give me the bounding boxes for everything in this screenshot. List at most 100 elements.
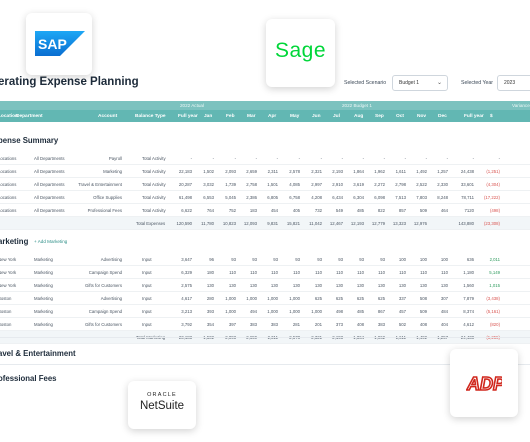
column-header[interactable]: Sep: [375, 114, 384, 119]
cell-value[interactable]: 3,619: [344, 182, 364, 187]
cell-value[interactable]: 393: [194, 309, 214, 314]
column-header[interactable]: Dec: [438, 114, 447, 119]
cell-value[interactable]: 464: [428, 208, 448, 213]
cell-value[interactable]: 110: [323, 270, 343, 275]
section-travel[interactable]: avel & Entertainment: [0, 349, 76, 358]
column-header[interactable]: Feb: [226, 114, 235, 119]
cell-value[interactable]: 1,864: [344, 169, 364, 174]
column-header[interactable]: Mar: [247, 114, 256, 119]
cell-value[interactable]: 110: [237, 270, 257, 275]
cell-value[interactable]: -: [428, 156, 448, 161]
cell-value[interactable]: 1,502: [194, 169, 214, 174]
cell-value[interactable]: 130: [237, 283, 257, 288]
cell-value[interactable]: 1,492: [407, 169, 427, 174]
column-header[interactable]: Jun: [312, 114, 321, 119]
cell-value[interactable]: 7,803: [407, 195, 427, 200]
cell-value[interactable]: 100: [386, 257, 406, 262]
cell-value[interactable]: -: [323, 156, 343, 161]
cell-value[interactable]: -: [216, 156, 236, 161]
cell-value[interactable]: 1,739: [216, 182, 236, 187]
cell-value[interactable]: 373: [323, 322, 343, 327]
cell-value[interactable]: 625: [323, 296, 343, 301]
cell-value[interactable]: 2,997: [302, 182, 322, 187]
cell-value[interactable]: 110: [386, 270, 406, 275]
cell-value[interactable]: 2,193: [323, 169, 343, 174]
cell-value[interactable]: 7,513: [386, 195, 406, 200]
cell-value[interactable]: 6,434: [323, 195, 343, 200]
cell-value[interactable]: 2,798: [386, 182, 406, 187]
cell-value[interactable]: 405: [280, 208, 300, 213]
table-row[interactable]: Locations All Departments Professional Fee…: [0, 204, 530, 217]
cell-value[interactable]: 397: [216, 322, 236, 327]
cell-value[interactable]: 130: [323, 283, 343, 288]
cell-value[interactable]: 2,578: [280, 169, 300, 174]
table-row[interactable]: Boston Marketing Campaign Spend Input 3,2133…: [0, 305, 530, 318]
table-row[interactable]: New York Marketing Campaign Spend Input 6,32…: [0, 266, 530, 279]
column-header[interactable]: Aug: [354, 114, 363, 119]
cell-value[interactable]: 1,000: [216, 309, 236, 314]
cell-value[interactable]: 625: [365, 296, 385, 301]
cell-value[interactable]: 2,321: [302, 169, 322, 174]
cell-value[interactable]: 404: [428, 322, 448, 327]
cell-value[interactable]: 1,962: [365, 169, 385, 174]
cell-value[interactable]: 485: [344, 309, 364, 314]
cell-value[interactable]: 383: [365, 322, 385, 327]
column-header[interactable]: Apr: [268, 114, 276, 119]
cell-value[interactable]: 4,208: [302, 195, 322, 200]
cell-value[interactable]: 2,910: [323, 182, 343, 187]
column-header[interactable]: Balance Type: [135, 114, 166, 119]
cell-value[interactable]: 93: [365, 257, 385, 262]
column-header[interactable]: May: [290, 114, 299, 119]
table-row[interactable]: Locations All Departments Office Supplies T…: [0, 191, 530, 204]
cell-value[interactable]: 1,611: [386, 169, 406, 174]
cell-value[interactable]: 857: [386, 208, 406, 213]
cell-value[interactable]: 2,093: [216, 169, 236, 174]
cell-value[interactable]: 110: [344, 270, 364, 275]
cell-value[interactable]: 549: [323, 208, 343, 213]
cell-value[interactable]: 494: [237, 309, 257, 314]
column-header[interactable]: Oct: [396, 114, 404, 119]
cell-value[interactable]: 110: [280, 270, 300, 275]
table-row[interactable]: Locations All Departments Marketing Total A…: [0, 165, 530, 178]
cell-value[interactable]: -: [302, 156, 322, 161]
cell-value[interactable]: 498: [323, 309, 343, 314]
cell-value[interactable]: 509: [407, 309, 427, 314]
cell-value[interactable]: 183: [237, 208, 257, 213]
cell-value[interactable]: 6,553: [194, 195, 214, 200]
cell-value[interactable]: 6,758: [280, 195, 300, 200]
cell-value[interactable]: 6,304: [344, 195, 364, 200]
cell-value[interactable]: 307: [428, 296, 448, 301]
cell-value[interactable]: 93: [280, 257, 300, 262]
cell-value[interactable]: 1,000: [280, 309, 300, 314]
cell-value[interactable]: 383: [237, 322, 257, 327]
cell-value[interactable]: 625: [302, 296, 322, 301]
cell-value[interactable]: 457: [386, 309, 406, 314]
cell-value[interactable]: 1,000: [258, 296, 278, 301]
cell-value[interactable]: 1,000: [237, 296, 257, 301]
table-row[interactable]: Locations All Departments Travel & Enterta…: [0, 178, 530, 191]
cell-value[interactable]: 110: [258, 270, 278, 275]
cell-value[interactable]: 337: [386, 296, 406, 301]
cell-value[interactable]: 867: [365, 309, 385, 314]
cell-value[interactable]: 100: [428, 257, 448, 262]
column-header[interactable]: Department: [16, 114, 43, 119]
table-row[interactable]: BostonMarketingAdvertisingInput4,6172801…: [0, 292, 530, 305]
cell-value[interactable]: 2,272: [365, 182, 385, 187]
cell-value[interactable]: 130: [280, 283, 300, 288]
cell-value[interactable]: -: [407, 156, 427, 161]
table-row[interactable]: Locations All Departments Payroll Total Act…: [0, 152, 530, 165]
cell-value[interactable]: 2,330: [428, 182, 448, 187]
table-row[interactable]: New York Marketing Advertising Input 3,64796…: [0, 253, 530, 266]
cell-value[interactable]: -: [386, 156, 406, 161]
cell-value[interactable]: 732: [302, 208, 322, 213]
table-row[interactable]: New York Marketing Gifts for Customers Inpu…: [0, 279, 530, 292]
column-header[interactable]: Nov: [417, 114, 426, 119]
year-select[interactable]: 2023: [497, 75, 530, 91]
column-header[interactable]: $: [490, 114, 493, 119]
cell-value[interactable]: 408: [344, 322, 364, 327]
column-header[interactable]: Full year: [178, 114, 198, 119]
cell-value[interactable]: 2,659: [237, 169, 257, 174]
cell-value[interactable]: -: [365, 156, 385, 161]
cell-value[interactable]: 1,257: [428, 169, 448, 174]
cell-value[interactable]: 93: [323, 257, 343, 262]
